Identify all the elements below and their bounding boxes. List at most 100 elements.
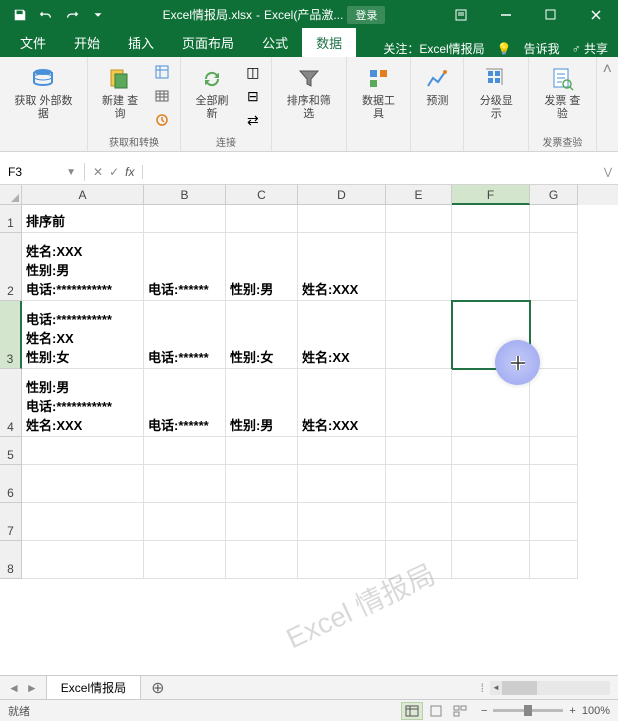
cell-G7[interactable] [530, 503, 578, 541]
cell-A3[interactable]: 电话:*********** 姓名:XX 性别:女 [22, 301, 144, 369]
undo-icon[interactable] [34, 4, 58, 26]
save-icon[interactable] [8, 4, 32, 26]
cell-F2[interactable] [452, 233, 530, 301]
cell-C7[interactable] [226, 503, 298, 541]
row-header-6[interactable]: 6 [0, 465, 22, 503]
row-header-7[interactable]: 7 [0, 503, 22, 541]
tab-share[interactable]: ♂ 共享 [572, 40, 608, 57]
cell-D8[interactable] [298, 541, 386, 579]
cancel-formula-icon[interactable]: ✕ [93, 165, 103, 179]
col-header-D[interactable]: D [298, 185, 386, 205]
invoice-check-button[interactable]: 发票 查验 [535, 61, 590, 125]
cell-A1[interactable]: 排序前 [22, 205, 144, 233]
properties-icon[interactable]: ⊟ [241, 85, 265, 107]
close-icon[interactable] [573, 0, 618, 29]
cell-D7[interactable] [298, 503, 386, 541]
spreadsheet[interactable]: ABCDEFG 12345678 排序前姓名:XXX 性别:男 电话:*****… [0, 185, 618, 675]
cell-E4[interactable] [386, 369, 452, 437]
cell-grid[interactable]: 排序前姓名:XXX 性别:男 电话:***********电话:******性别… [22, 205, 618, 675]
cell-C5[interactable] [226, 437, 298, 465]
ribbon-options-icon[interactable] [438, 0, 483, 29]
new-query-button[interactable]: 新建 查询 [94, 61, 146, 125]
col-header-E[interactable]: E [386, 185, 452, 205]
accept-formula-icon[interactable]: ✓ [109, 165, 119, 179]
cell-B4[interactable]: 电话:****** [144, 369, 226, 437]
formula-expand-icon[interactable]: ⋁ [598, 167, 618, 178]
row-header-2[interactable]: 2 [0, 233, 22, 301]
row-header-5[interactable]: 5 [0, 437, 22, 465]
ribbon-collapse-icon[interactable]: ˄ [597, 57, 618, 151]
show-queries-icon[interactable] [150, 61, 174, 83]
cell-G8[interactable] [530, 541, 578, 579]
cell-G6[interactable] [530, 465, 578, 503]
sort-filter-button[interactable]: 排序和筛选 [278, 61, 340, 125]
minimize-icon[interactable] [483, 0, 528, 29]
horizontal-scrollbar[interactable] [490, 681, 610, 695]
cell-B2[interactable]: 电话:****** [144, 233, 226, 301]
cell-A5[interactable] [22, 437, 144, 465]
page-break-view-icon[interactable] [449, 702, 471, 720]
col-header-G[interactable]: G [530, 185, 578, 205]
cell-A4[interactable]: 性别:男 电话:*********** 姓名:XXX [22, 369, 144, 437]
cell-C8[interactable] [226, 541, 298, 579]
cell-A8[interactable] [22, 541, 144, 579]
forecast-button[interactable]: 预测 [417, 61, 457, 112]
sheet-nav[interactable]: ◄► [0, 681, 46, 695]
sheet-tab[interactable]: Excel情报局 [46, 676, 141, 699]
cell-E1[interactable] [386, 205, 452, 233]
cell-D1[interactable] [298, 205, 386, 233]
cell-G2[interactable] [530, 233, 578, 301]
qat-customize-icon[interactable] [86, 4, 110, 26]
cell-G1[interactable] [530, 205, 578, 233]
login-badge[interactable]: 登录 [347, 6, 385, 24]
cell-F1[interactable] [452, 205, 530, 233]
cell-A2[interactable]: 姓名:XXX 性别:男 电话:*********** [22, 233, 144, 301]
cell-B5[interactable] [144, 437, 226, 465]
cell-D2[interactable]: 姓名:XXX [298, 233, 386, 301]
tab-data[interactable]: 数据 [302, 28, 356, 57]
cell-F5[interactable] [452, 437, 530, 465]
row-header-3[interactable]: 3 [0, 301, 22, 369]
row-header-1[interactable]: 1 [0, 205, 22, 233]
cell-F6[interactable] [452, 465, 530, 503]
cell-C1[interactable] [226, 205, 298, 233]
cell-D3[interactable]: 姓名:XX [298, 301, 386, 369]
cell-D5[interactable] [298, 437, 386, 465]
col-header-B[interactable]: B [144, 185, 226, 205]
add-sheet-button[interactable]: ⊕ [141, 678, 174, 698]
cell-D4[interactable]: 姓名:XXX [298, 369, 386, 437]
tab-tellme[interactable]: 告诉我 [524, 40, 560, 57]
edit-links-icon[interactable]: ⇄ [241, 109, 265, 131]
name-box[interactable]: F3▼ [0, 163, 85, 181]
cell-B1[interactable] [144, 205, 226, 233]
col-header-F[interactable]: F [452, 185, 530, 205]
cell-A6[interactable] [22, 465, 144, 503]
row-headers[interactable]: 12345678 [0, 205, 22, 579]
cell-B7[interactable] [144, 503, 226, 541]
row-header-4[interactable]: 4 [0, 369, 22, 437]
chevron-down-icon[interactable]: ▼ [66, 167, 76, 178]
select-all-corner[interactable] [0, 185, 22, 205]
cell-G4[interactable] [530, 369, 578, 437]
connections-icon[interactable]: ◫ [241, 61, 265, 83]
col-header-A[interactable]: A [22, 185, 144, 205]
cell-E8[interactable] [386, 541, 452, 579]
tab-formulas[interactable]: 公式 [248, 28, 302, 57]
cell-F7[interactable] [452, 503, 530, 541]
cell-G5[interactable] [530, 437, 578, 465]
col-header-C[interactable]: C [226, 185, 298, 205]
cell-C3[interactable]: 性别:女 [226, 301, 298, 369]
cell-B8[interactable] [144, 541, 226, 579]
zoom-slider[interactable] [493, 709, 563, 712]
cell-E6[interactable] [386, 465, 452, 503]
sheet-next-icon[interactable]: ► [26, 681, 38, 695]
outline-button[interactable]: 分级显示 [470, 61, 522, 125]
data-tools-button[interactable]: 数据工具 [353, 61, 405, 125]
tab-home[interactable]: 开始 [60, 28, 114, 57]
cell-B6[interactable] [144, 465, 226, 503]
tab-insert[interactable]: 插入 [114, 28, 168, 57]
row-header-8[interactable]: 8 [0, 541, 22, 579]
cell-E7[interactable] [386, 503, 452, 541]
tellme-icon[interactable]: 💡 [497, 42, 512, 56]
redo-icon[interactable] [60, 4, 84, 26]
